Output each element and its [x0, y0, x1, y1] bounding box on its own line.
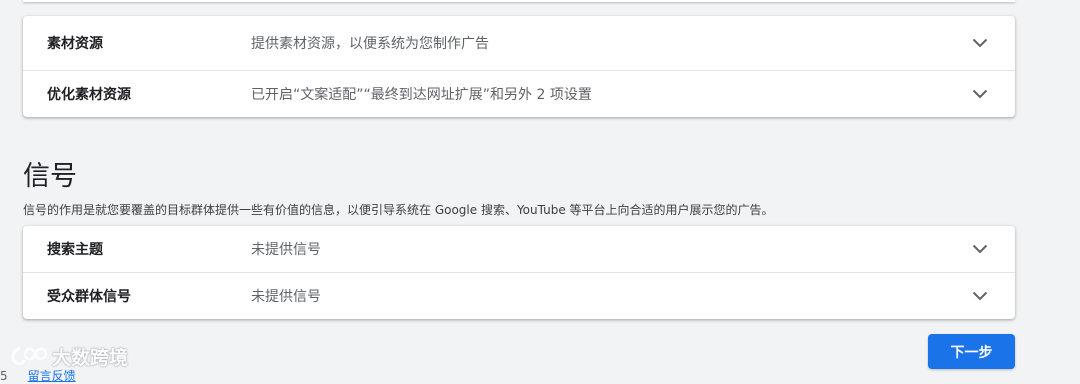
feedback-link[interactable]: 留言反馈 [28, 369, 76, 383]
audience-signal-value: 未提供信号 [251, 289, 321, 305]
watermark-text: 大数跨境 [52, 347, 129, 369]
asset-settings-card: 素材资源 提供素材资源，以便系统为您制作广告 优化素材资源 已开启“文案适配”“… [23, 16, 1015, 117]
chevron-down-icon[interactable] [971, 34, 989, 52]
watermark-logo-icon [11, 347, 48, 365]
feedback-prefix: 5 [0, 369, 8, 383]
audience-signal-row[interactable]: 受众群体信号 未提供信号 [23, 272, 1015, 319]
previous-card-bottom [23, 0, 1015, 2]
asset-row-label: 素材资源 [47, 36, 103, 52]
optimize-asset-row-value: 已开启“文案适配”“最终到达网址扩展”和另外 2 项设置 [251, 87, 592, 103]
chevron-down-icon[interactable] [971, 240, 989, 258]
asset-row[interactable]: 素材资源 提供素材资源，以便系统为您制作广告 [23, 16, 1015, 70]
search-themes-row[interactable]: 搜索主题 未提供信号 [23, 226, 1015, 272]
chevron-down-icon[interactable] [971, 85, 989, 103]
asset-row-value: 提供素材资源，以便系统为您制作广告 [251, 36, 489, 52]
signals-card: 搜索主题 未提供信号 受众群体信号 未提供信号 [23, 226, 1015, 319]
optimize-asset-row-label: 优化素材资源 [47, 87, 131, 103]
signals-section-description: 信号的作用是就您要覆盖的目标群体提供一些有价值的信息，以便引导系统在 Googl… [23, 203, 774, 217]
signals-section-title: 信号 [23, 161, 77, 192]
audience-signal-label: 受众群体信号 [47, 289, 131, 305]
next-step-button[interactable]: 下一步 [928, 334, 1015, 369]
search-themes-label: 搜索主题 [47, 242, 103, 258]
feedback-bar: 5 留言反馈 [0, 367, 76, 384]
watermark: 大数跨境 [8, 343, 128, 370]
optimize-asset-row[interactable]: 优化素材资源 已开启“文案适配”“最终到达网址扩展”和另外 2 项设置 [23, 70, 1015, 117]
search-themes-value: 未提供信号 [251, 242, 321, 258]
chevron-down-icon[interactable] [971, 287, 989, 305]
